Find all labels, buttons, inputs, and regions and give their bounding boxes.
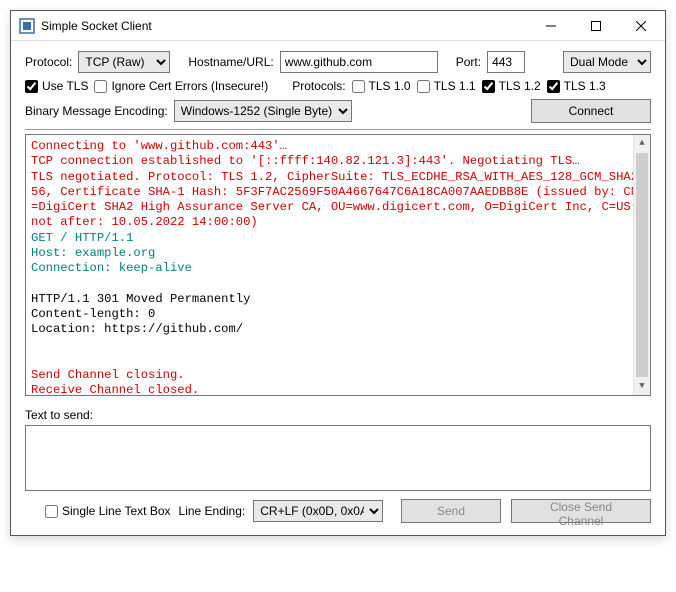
- line-ending-select[interactable]: CR+LF (0x0D, 0x0A): [253, 500, 383, 522]
- dual-mode-select[interactable]: Dual Mode: [563, 51, 651, 73]
- connect-button[interactable]: Connect: [531, 99, 651, 123]
- app-window: Simple Socket Client Protocol: TCP (Raw)…: [10, 10, 666, 536]
- protocols-label: Protocols:: [292, 79, 345, 93]
- log-output[interactable]: Connecting to 'www.github.com:443'… TCP …: [25, 134, 651, 396]
- hostname-input[interactable]: [280, 51, 438, 73]
- close-send-button[interactable]: Close Send Channel: [511, 499, 651, 523]
- tls13-checkbox[interactable]: TLS 1.3: [547, 79, 606, 93]
- use-tls-checkbox[interactable]: Use TLS: [25, 79, 88, 93]
- bottom-row: Single Line Text Box Line Ending: CR+LF …: [25, 499, 651, 523]
- hostname-label: Hostname/URL:: [188, 55, 273, 69]
- titlebar: Simple Socket Client: [11, 11, 665, 41]
- tls12-checkbox[interactable]: TLS 1.2: [482, 79, 541, 93]
- encoding-label: Binary Message Encoding:: [25, 104, 168, 118]
- close-button[interactable]: [618, 12, 663, 40]
- line-ending-label: Line Ending:: [179, 504, 246, 518]
- port-input[interactable]: [487, 51, 525, 73]
- app-icon: [19, 18, 35, 34]
- separator: [25, 129, 651, 130]
- scroll-up-icon[interactable]: ▲: [634, 135, 650, 152]
- log-scrollbar[interactable]: ▲▼: [633, 135, 650, 395]
- encoding-select[interactable]: Windows-1252 (Single Byte): [174, 100, 352, 122]
- protocol-select[interactable]: TCP (Raw): [78, 51, 170, 73]
- maximize-button[interactable]: [573, 12, 618, 40]
- send-button[interactable]: Send: [401, 499, 501, 523]
- ignore-cert-checkbox[interactable]: Ignore Cert Errors (Insecure!): [94, 79, 268, 93]
- send-label: Text to send:: [25, 408, 651, 422]
- port-label: Port:: [456, 55, 481, 69]
- scroll-down-icon[interactable]: ▼: [634, 378, 650, 395]
- tls-row: Use TLS Ignore Cert Errors (Insecure!) P…: [25, 79, 651, 93]
- send-textarea[interactable]: [25, 425, 651, 491]
- tls10-checkbox[interactable]: TLS 1.0: [352, 79, 411, 93]
- encoding-row: Binary Message Encoding: Windows-1252 (S…: [25, 99, 651, 123]
- protocol-label: Protocol:: [25, 55, 72, 69]
- single-line-checkbox[interactable]: Single Line Text Box: [45, 504, 171, 518]
- window-title: Simple Socket Client: [41, 19, 528, 33]
- scroll-thumb[interactable]: [636, 153, 648, 377]
- tls11-checkbox[interactable]: TLS 1.1: [417, 79, 476, 93]
- minimize-button[interactable]: [528, 12, 573, 40]
- content-area: Protocol: TCP (Raw) Hostname/URL: Port: …: [11, 41, 665, 535]
- connection-row: Protocol: TCP (Raw) Hostname/URL: Port: …: [25, 51, 651, 73]
